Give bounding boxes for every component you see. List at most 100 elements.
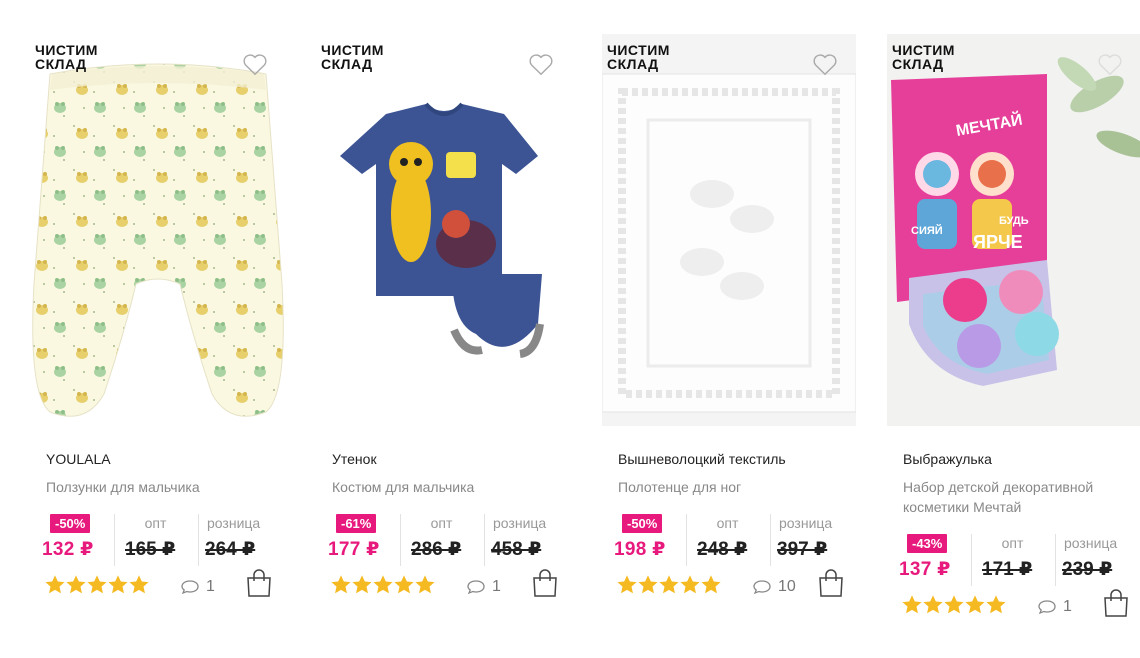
comment-count: 1	[1063, 598, 1072, 615]
current-price-col: -50% 198 ₽	[614, 514, 684, 566]
add-to-cart-button[interactable]	[818, 568, 844, 598]
star-icon	[394, 575, 414, 594]
add-to-cart-button[interactable]	[1103, 588, 1129, 618]
rating-stars	[44, 574, 149, 596]
star-icon	[659, 575, 679, 594]
retail-price-col: розница 458 ₽	[484, 514, 574, 566]
discount-badge: -43%	[907, 534, 948, 553]
shopping-bag-icon	[247, 569, 271, 597]
rating-row: 1	[330, 569, 570, 602]
product-brand[interactable]: YOULALA	[46, 451, 111, 467]
product-name[interactable]: Полотенце для ног	[618, 477, 858, 497]
star-icon	[87, 575, 107, 594]
heart-icon	[243, 54, 267, 76]
price-row: -50% 132 ₽ опт 165 ₽ розница 264 ₽	[42, 514, 282, 566]
add-to-cart-button[interactable]	[246, 568, 272, 598]
star-icon	[129, 575, 149, 594]
current-price: 132 ₽	[42, 539, 94, 560]
opt-price-col: опт 286 ₽	[400, 514, 482, 566]
current-price-col: -43% 137 ₽	[899, 534, 969, 586]
current-price: 177 ₽	[328, 539, 380, 560]
discount-badge: -50%	[50, 514, 91, 533]
favorite-button[interactable]	[1097, 52, 1127, 82]
cosmetics-palette-icon: МЕЧТАЙ СИЯЙ БУДЬ ЯРЧЕ	[887, 34, 1140, 426]
comments-link[interactable]: 1	[466, 578, 501, 596]
shopping-bag-icon	[819, 569, 843, 597]
star-icon	[331, 575, 351, 594]
price-row: -43% 137 ₽ опт 171 ₽ розница 239 ₽	[899, 534, 1139, 586]
comment-count: 1	[492, 578, 501, 595]
rating-stars	[616, 574, 721, 596]
discount-badge: -50%	[622, 514, 663, 533]
towel-icon	[602, 73, 856, 413]
product-card[interactable]: ЧИСТИМ СКЛАД Вышневолоцкий текстиль Поло…	[602, 34, 882, 634]
star-icon	[66, 575, 86, 594]
shopping-bag-icon	[533, 569, 557, 597]
retail-price: 458 ₽	[491, 539, 542, 560]
product-image[interactable]	[602, 34, 856, 426]
star-icon	[45, 575, 65, 594]
current-price-col: -50% 132 ₽	[42, 514, 112, 566]
opt-price-col: опт 171 ₽	[971, 534, 1053, 586]
product-name[interactable]: Набор детской декоративной косметики Меч…	[903, 477, 1140, 517]
heart-icon	[529, 54, 553, 76]
comment-icon	[1038, 600, 1056, 615]
current-price: 198 ₽	[614, 539, 666, 560]
retail-price-col: розница 397 ₽	[770, 514, 860, 566]
product-brand[interactable]: Вышневолоцкий текстиль	[618, 451, 786, 467]
product-brand[interactable]: Утенок	[332, 451, 377, 467]
opt-price: 171 ₽	[982, 559, 1033, 580]
palette-slogan-1: СИЯЙ	[911, 224, 943, 237]
star-icon	[944, 595, 964, 614]
product-grid: ЧИСТИМ СКЛАД YOULALA Ползунки для мальчи…	[0, 0, 1140, 658]
star-icon	[986, 595, 1006, 614]
palette-slogan-2: БУДЬ	[999, 215, 1029, 227]
comment-count: 10	[778, 578, 796, 595]
shopping-bag-icon	[1104, 589, 1128, 617]
comments-link[interactable]: 10	[752, 578, 796, 596]
product-card[interactable]: ЧИСТИМ СКЛАД YOULALA Ползунки для мальчи…	[30, 34, 310, 634]
current-price-col: -61% 177 ₽	[328, 514, 398, 566]
opt-label: опт	[430, 515, 453, 531]
star-icon	[352, 575, 372, 594]
star-icon	[617, 575, 637, 594]
opt-price: 248 ₽	[697, 539, 748, 560]
comments-link[interactable]: 1	[180, 578, 215, 596]
product-brand[interactable]: Выбражулька	[903, 451, 992, 467]
product-name[interactable]: Костюм для мальчика	[332, 477, 572, 497]
price-row: -50% 198 ₽ опт 248 ₽ розница 397 ₽	[614, 514, 854, 566]
star-icon	[902, 595, 922, 614]
retail-price: 239 ₽	[1062, 559, 1113, 580]
favorite-button[interactable]	[242, 52, 272, 82]
rating-stars	[330, 574, 435, 596]
star-icon	[680, 575, 700, 594]
product-name[interactable]: Ползунки для мальчика	[46, 477, 286, 497]
product-card[interactable]: МЕЧТАЙ СИЯЙ БУДЬ ЯРЧЕ ЧИСТИМ СКЛАД Выбра…	[887, 34, 1140, 634]
product-image[interactable]: МЕЧТАЙ СИЯЙ БУДЬ ЯРЧЕ	[887, 34, 1140, 426]
opt-price-col: опт 248 ₽	[686, 514, 768, 566]
retail-price-col: розница 239 ₽	[1055, 534, 1140, 586]
star-icon	[923, 595, 943, 614]
comments-link[interactable]: 1	[1037, 598, 1072, 616]
retail-price: 264 ₽	[205, 539, 256, 560]
comment-icon	[467, 580, 485, 595]
rating-row: 10	[616, 569, 856, 602]
comment-count: 1	[206, 578, 215, 595]
retail-price-col: розница 264 ₽	[198, 514, 288, 566]
comment-icon	[753, 580, 771, 595]
opt-price-col: опт 165 ₽	[114, 514, 196, 566]
favorite-button[interactable]	[528, 52, 558, 82]
retail-label: розница	[779, 515, 833, 531]
rating-row: 1	[44, 569, 284, 602]
product-image[interactable]	[316, 34, 572, 426]
palette-slogan-3: ЯРЧЕ	[973, 232, 1023, 252]
retail-label: розница	[493, 515, 547, 531]
product-image[interactable]	[30, 34, 286, 426]
tshirt-icon	[340, 102, 544, 358]
sale-badge: ЧИСТИМ СКЛАД	[892, 42, 955, 72]
retail-price: 397 ₽	[777, 539, 828, 560]
add-to-cart-button[interactable]	[532, 568, 558, 598]
product-card[interactable]: ЧИСТИМ СКЛАД Утенок Костюм для мальчика …	[316, 34, 596, 634]
favorite-button[interactable]	[812, 52, 842, 82]
sale-badge: ЧИСТИМ СКЛАД	[607, 42, 670, 72]
